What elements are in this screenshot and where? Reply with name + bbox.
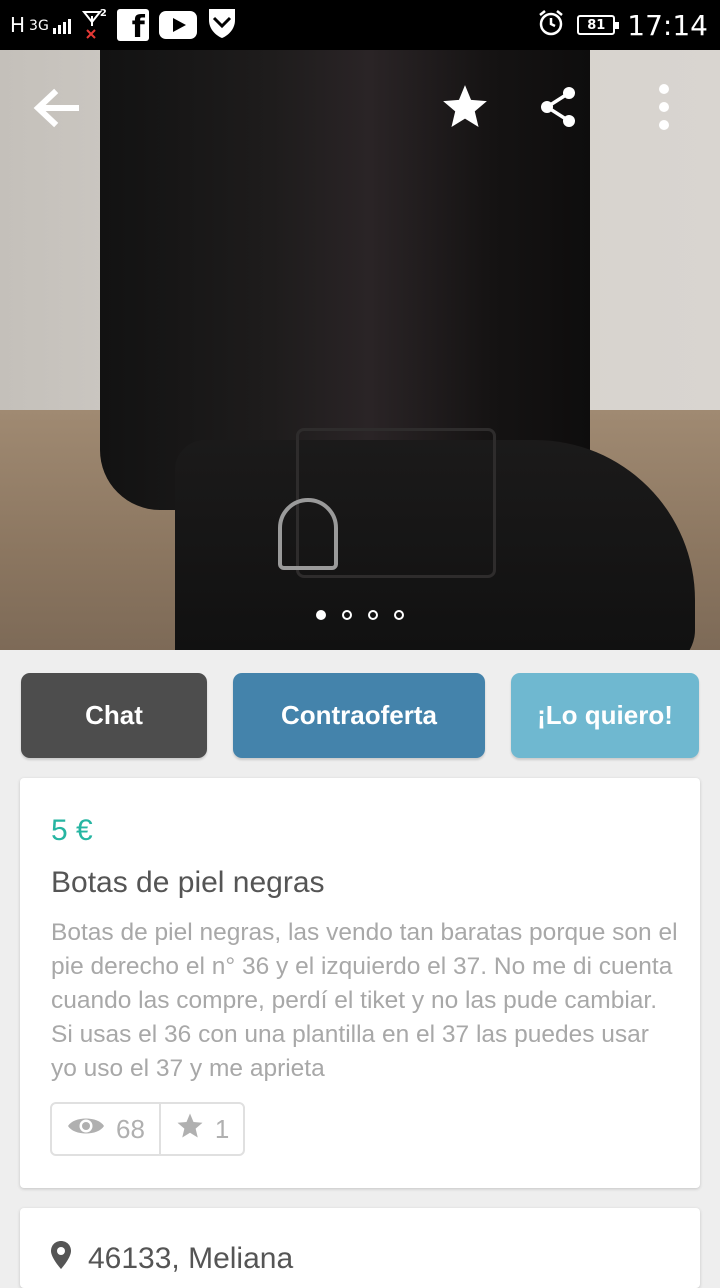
item-stats: 68 1	[50, 1102, 246, 1156]
item-description: Botas de piel negras, las vendo tan bara…	[51, 919, 678, 1082]
views-stat: 68	[52, 1104, 159, 1154]
photo-boot-buckle	[278, 498, 338, 570]
status-bar: H 3G 2 f 81 17:14	[0, 0, 720, 50]
status-time: 17:14	[627, 8, 708, 42]
star-icon	[175, 1111, 205, 1148]
map-pin-icon	[50, 1240, 72, 1278]
item-title: Botas de piel negras	[51, 866, 325, 899]
gallery-pagination	[0, 610, 720, 620]
location-row: 46133, Meliana	[50, 1240, 293, 1278]
counter-offer-button[interactable]: Contraoferta	[233, 673, 485, 758]
item-price: 5 €	[51, 814, 93, 847]
location-card[interactable]: 46133, Meliana	[20, 1208, 700, 1288]
pagination-dot[interactable]	[394, 610, 404, 620]
pagination-dot[interactable]	[368, 610, 378, 620]
arrow-back-icon[interactable]	[30, 86, 82, 130]
location-text: 46133, Meliana	[88, 1242, 294, 1275]
status-right: 81 17:14	[537, 6, 708, 44]
shield-icon	[207, 6, 237, 45]
favorites-stat: 1	[158, 1104, 243, 1154]
alarm-icon	[537, 9, 565, 42]
star-icon[interactable]	[438, 80, 492, 134]
battery-level: 81	[587, 17, 606, 33]
eye-icon	[66, 1113, 106, 1146]
status-left: H 3G 2 f	[10, 6, 237, 44]
chat-button[interactable]: Chat	[21, 673, 207, 758]
gallery-toolbar	[0, 50, 720, 170]
sim-label: 2	[99, 8, 107, 19]
more-vert-icon[interactable]	[646, 82, 682, 132]
item-detail-card: 5 € Botas de piel negras Botas de piel n…	[20, 778, 700, 1188]
youtube-icon	[158, 11, 197, 39]
sim-no-signal-icon: 2	[81, 8, 107, 42]
share-icon[interactable]	[536, 83, 580, 131]
photo-gallery[interactable]	[0, 50, 720, 650]
battery-icon: 81	[577, 15, 620, 35]
facebook-icon: f	[116, 9, 149, 43]
network-type: H	[10, 13, 26, 37]
network-gen: 3G	[29, 18, 49, 34]
views-count: 68	[116, 1113, 145, 1144]
want-it-button[interactable]: ¡Lo quiero!	[511, 673, 699, 758]
pagination-dot[interactable]	[342, 610, 352, 620]
pagination-dot[interactable]	[316, 610, 326, 620]
signal-icon	[52, 18, 71, 34]
network-indicator: H 3G	[10, 13, 71, 37]
favorites-count: 1	[214, 1113, 230, 1144]
